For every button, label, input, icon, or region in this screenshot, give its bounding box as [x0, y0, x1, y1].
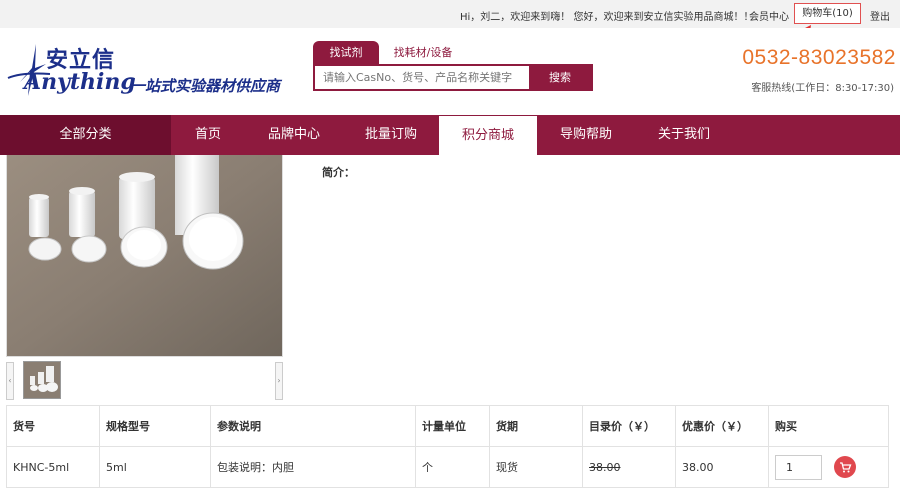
site-logo[interactable]: 安立信 Anything 一站式实验器材供应商 [2, 42, 280, 102]
cell-unit: 个 [415, 446, 490, 488]
nav-item-shopping-guide[interactable]: 导购帮助 [537, 115, 635, 155]
hotline-hours: 客服热线(工作日：8:30-17:30) [751, 83, 894, 94]
col-header-list-price: 目录价（￥） [582, 405, 676, 447]
nav-item-brands[interactable]: 品牌中心 [245, 115, 343, 155]
cell-sale-price: 38.00 [675, 446, 769, 488]
thumbnail-strip: ‹ › [6, 360, 283, 402]
cell-buy [768, 446, 889, 488]
nav-item-points-mall[interactable]: 积分商城 [439, 116, 537, 155]
thumbnail-photo [24, 362, 60, 398]
nav-all-categories[interactable]: 全部分类 [0, 115, 171, 155]
nav-item-bulk-order[interactable]: 批量订购 [343, 115, 439, 155]
member-center-link[interactable]: 会员中心 [749, 8, 789, 23]
col-header-buy: 购买 [768, 405, 889, 447]
thumbnail-image[interactable] [23, 361, 61, 399]
thumb-next-button[interactable]: › [275, 362, 283, 400]
greeting-text: Hi，刘二，欢迎来到嗨！ 您好，欢迎来到安立信实验用品商城！！ [460, 12, 754, 23]
cell-param: 包装说明：内胆 [210, 446, 416, 488]
hotline-number: 0532-83023582 [742, 46, 896, 69]
product-main-image[interactable] [6, 155, 283, 357]
col-header-sale-price: 优惠价（￥） [675, 405, 769, 447]
table-row: KHNC-5ml 5ml 包装说明：内胆 个 现货 38.00 38.00 [6, 446, 889, 488]
cart-button[interactable]: 购物车(10) [794, 3, 861, 24]
header: 安立信 Anything 一站式实验器材供应商 找试剂 找耗材/设备 搜索 05… [0, 28, 900, 114]
cart-icon [839, 462, 851, 473]
search-tab-reagents[interactable]: 找试剂 [313, 41, 379, 64]
search-button[interactable]: 搜索 [529, 64, 591, 91]
product-spec-table: 货号 规格型号 参数说明 计量单位 货期 目录价（￥） 优惠价（￥） 购买 KH… [6, 405, 889, 488]
col-header-sku: 货号 [6, 405, 100, 447]
logo-english-name: Anything [24, 69, 136, 95]
cell-spec: 5ml [99, 446, 211, 488]
nav-item-home[interactable]: 首页 [171, 115, 245, 155]
cell-lead-time: 现货 [489, 446, 583, 488]
add-to-cart-button[interactable] [833, 456, 856, 478]
quantity-input[interactable] [775, 454, 822, 480]
top-bar: Hi，刘二，欢迎来到嗨！ 您好，欢迎来到安立信实验用品商城！！ 会员中心 购物车… [0, 0, 900, 28]
cell-sku: KHNC-5ml [6, 446, 100, 488]
nav-item-about-us[interactable]: 关于我们 [635, 115, 733, 155]
product-intro-label: 简介： [322, 166, 355, 179]
logo-slogan: 一站式实验器材供应商 [130, 77, 281, 95]
col-header-unit: 计量单位 [415, 405, 490, 447]
col-header-spec: 规格型号 [99, 405, 211, 447]
cell-list-price: 38.00 [582, 446, 676, 488]
search-tab-consumables[interactable]: 找耗材/设备 [383, 41, 463, 64]
search-input[interactable] [315, 66, 531, 89]
thumb-prev-button[interactable]: ‹ [6, 362, 14, 400]
product-photo [7, 155, 282, 356]
logout-link[interactable]: 登出 [870, 8, 890, 23]
search-box: 搜索 [313, 64, 593, 91]
col-header-param: 参数说明 [210, 405, 416, 447]
main-nav: 全部分类 首页 品牌中心 批量订购 积分商城 导购帮助 关于我们 [0, 115, 900, 155]
col-header-lead-time: 货期 [489, 405, 583, 447]
table-header-row: 货号 规格型号 参数说明 计量单位 货期 目录价（￥） 优惠价（￥） 购买 [6, 405, 889, 447]
